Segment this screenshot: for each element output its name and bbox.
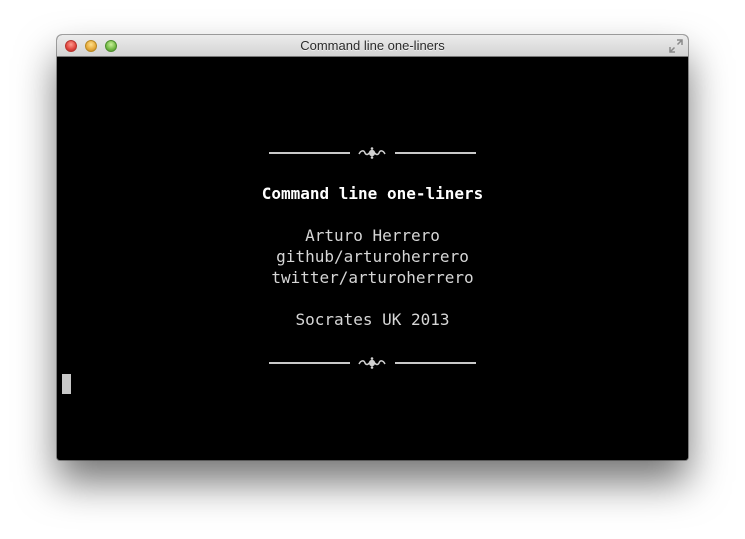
ornament-icon [358, 357, 386, 369]
slide-title: Command line one-liners [261, 184, 484, 203]
window-title: Command line one-liners [300, 38, 445, 53]
terminal-content[interactable]: Command line one-liners Arturo Herrero g… [57, 57, 688, 460]
divider-rule-right [395, 152, 476, 154]
twitter-handle: twitter/arturoherrero [271, 268, 474, 287]
author-name: Arturo Herrero [305, 226, 440, 245]
terminal-window: Command line one-liners Command line one… [57, 35, 688, 460]
ornament-icon [358, 147, 386, 159]
top-divider [57, 147, 688, 159]
divider-rule-left [269, 152, 350, 154]
divider-rule-left [269, 362, 350, 364]
title-bar[interactable]: Command line one-liners [57, 35, 688, 57]
github-handle: github/arturoherrero [276, 247, 469, 266]
terminal-cursor [62, 374, 71, 394]
event-name: Socrates UK 2013 [295, 310, 450, 329]
bottom-divider [57, 357, 688, 369]
divider-rule-right [395, 362, 476, 364]
fullscreen-icon[interactable] [669, 39, 683, 53]
